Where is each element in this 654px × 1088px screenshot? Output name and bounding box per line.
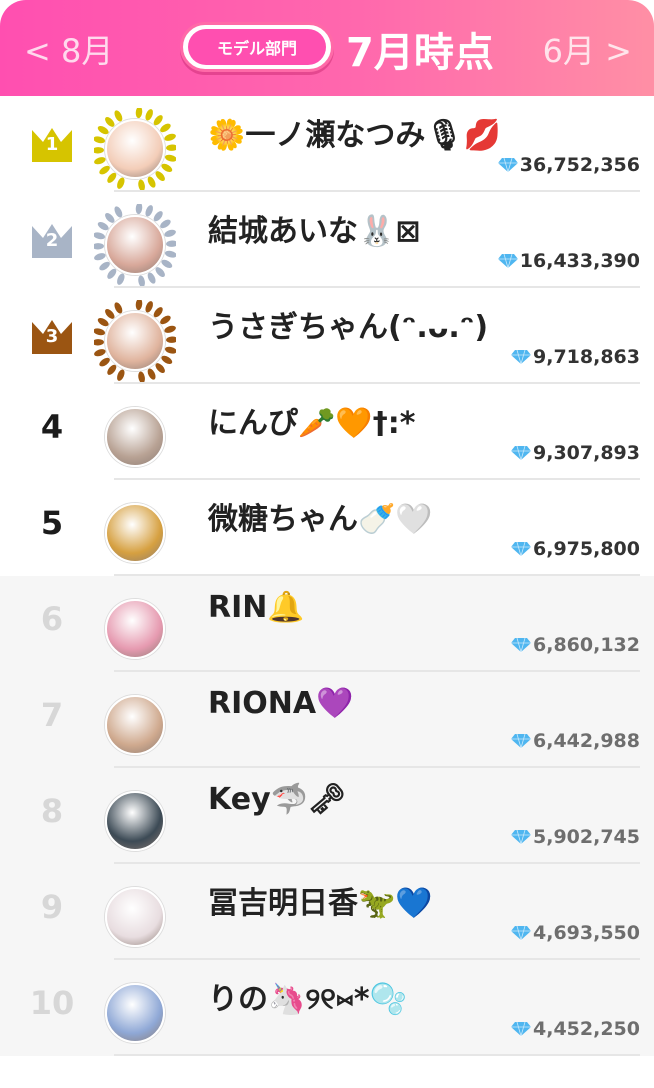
score: 9,307,893 (511, 442, 640, 464)
score: 9,718,863 (511, 346, 640, 368)
avatar-frame[interactable] (94, 300, 176, 382)
rank-number: 8 (40, 792, 64, 830)
diamond-icon (511, 445, 532, 461)
diamond-icon (511, 733, 532, 749)
score-value: 5,902,745 (533, 826, 640, 848)
creator-name: 微糖ちゃん🍼🤍 (208, 502, 433, 537)
rank-number: 3 (45, 326, 59, 347)
score: 36,752,356 (497, 154, 640, 176)
next-month-button[interactable]: 6月 > (543, 26, 632, 72)
row-divider (114, 1054, 640, 1056)
avatar (105, 983, 165, 1043)
score-value: 4,693,550 (533, 922, 640, 944)
department-tab[interactable]: モデル部門 (180, 22, 334, 72)
rank-number: 4 (40, 408, 64, 446)
ranking-header: < 8月 モデル部門 7月時点 6月 > (0, 0, 654, 96)
ranking-row[interactable]: 9 冨吉明日香🦖💙 4,693,550 (0, 864, 654, 960)
creator-name: RIN🔔 (208, 590, 305, 625)
rank-number: 7 (40, 696, 64, 734)
avatar-frame[interactable] (94, 204, 176, 286)
ranking-row[interactable]: 4 にんぴ🥕🧡†:* 9,307,893 (0, 384, 654, 480)
ranking-card: < 8月 モデル部門 7月時点 6月 > 1 🌼一ノ瀬なつみ🎙💋 36,752,35… (0, 0, 654, 1088)
avatar (105, 599, 165, 659)
score-value: 36,752,356 (519, 154, 640, 176)
avatar (105, 695, 165, 755)
diamond-icon (497, 253, 518, 269)
ranking-row[interactable]: 2 結城あいな🐰⊠ 16,433,390 (0, 192, 654, 288)
diamond-icon (497, 157, 518, 173)
avatar (105, 887, 165, 947)
department-label: モデル部門 (188, 29, 326, 65)
rank-number: 5 (40, 504, 64, 542)
score-value: 16,433,390 (519, 250, 640, 272)
avatar-frame[interactable] (94, 108, 176, 190)
avatar-frame[interactable] (94, 780, 176, 862)
score: 4,452,250 (511, 1018, 640, 1040)
rank-number: 9 (40, 888, 64, 926)
creator-name: RIONA💜 (208, 686, 354, 721)
avatar (105, 215, 165, 275)
avatar-frame[interactable] (94, 492, 176, 574)
score-value: 9,307,893 (533, 442, 640, 464)
month-title: 7月時点 (346, 30, 494, 76)
rank-number: 1 (45, 134, 59, 155)
ranking-row[interactable]: 5 微糖ちゃん🍼🤍 6,975,800 (0, 480, 654, 576)
diamond-icon (511, 829, 532, 845)
avatar-frame[interactable] (94, 684, 176, 766)
rank-number: 10 (29, 984, 75, 1022)
creator-name: にんぴ🥕🧡†:* (208, 406, 416, 441)
score: 6,975,800 (511, 538, 640, 560)
ranking-row[interactable]: 7 RIONA💜 6,442,988 (0, 672, 654, 768)
ranking-row[interactable]: 8 Key🦈🗝 5,902,745 (0, 768, 654, 864)
score: 5,902,745 (511, 826, 640, 848)
score-value: 4,452,250 (533, 1018, 640, 1040)
avatar-frame[interactable] (94, 972, 176, 1054)
creator-name: 🌼一ノ瀬なつみ🎙💋 (208, 118, 501, 153)
score-value: 6,860,132 (533, 634, 640, 656)
diamond-icon (511, 541, 532, 557)
score-value: 6,975,800 (533, 538, 640, 560)
avatar-frame[interactable] (94, 876, 176, 958)
avatar-frame[interactable] (94, 588, 176, 670)
rank-number: 6 (40, 600, 64, 638)
score: 6,860,132 (511, 634, 640, 656)
avatar (105, 791, 165, 851)
avatar (105, 503, 165, 563)
avatar-frame[interactable] (94, 396, 176, 478)
ranking-row[interactable]: 1 🌼一ノ瀬なつみ🎙💋 36,752,356 (0, 96, 654, 192)
avatar (105, 407, 165, 467)
score-value: 6,442,988 (533, 730, 640, 752)
ranking-row[interactable]: 3 うさぎちゃん(ᵔ.ᴗ.ᵔ) 9,718,863 (0, 288, 654, 384)
diamond-icon (511, 349, 532, 365)
diamond-icon (511, 637, 532, 653)
score: 6,442,988 (511, 730, 640, 752)
creator-name: Key🦈🗝 (208, 782, 347, 817)
creator-name: りの🦄୨୧⑅*🫧 (208, 982, 407, 1017)
creator-name: 結城あいな🐰⊠ (208, 214, 421, 249)
score: 4,693,550 (511, 922, 640, 944)
score: 16,433,390 (497, 250, 640, 272)
ranking-row[interactable]: 10 りの🦄୨୧⑅*🫧 4,452,250 (0, 960, 654, 1056)
ranking-row[interactable]: 6 RIN🔔 6,860,132 (0, 576, 654, 672)
creator-name: うさぎちゃん(ᵔ.ᴗ.ᵔ) (208, 310, 489, 345)
creator-name: 冨吉明日香🦖💙 (208, 886, 433, 921)
prev-month-button[interactable]: < 8月 (24, 26, 113, 72)
diamond-icon (511, 1021, 532, 1037)
avatar (105, 119, 165, 179)
rank-number: 2 (45, 230, 59, 251)
score-value: 9,718,863 (533, 346, 640, 368)
avatar (105, 311, 165, 371)
diamond-icon (511, 925, 532, 941)
